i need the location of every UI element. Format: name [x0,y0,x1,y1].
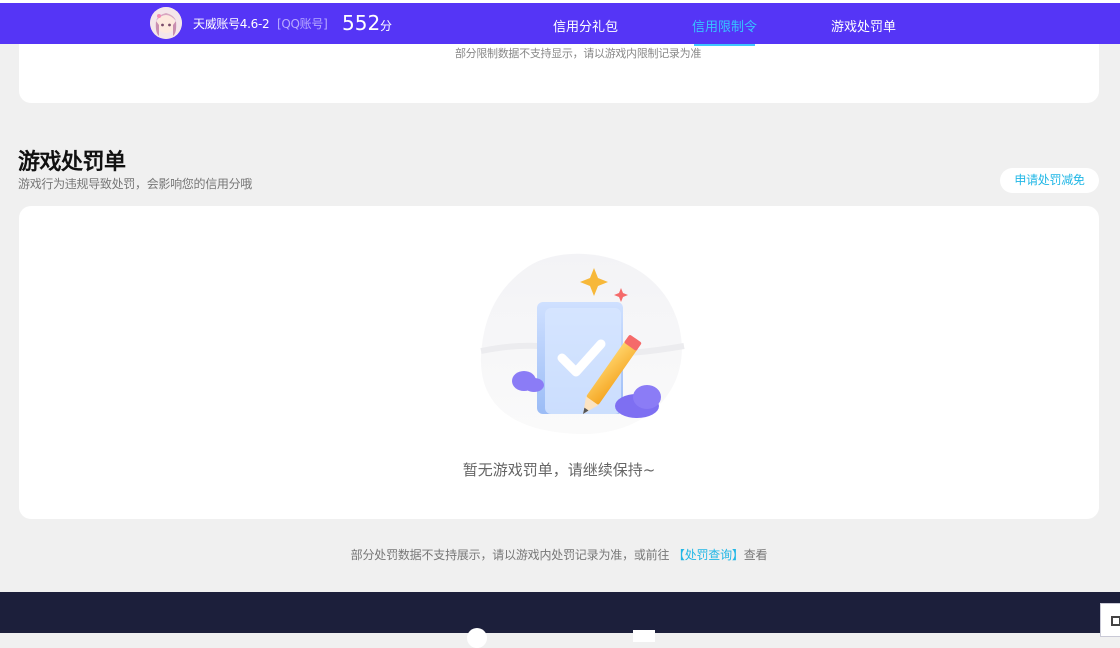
site-footer [0,592,1120,648]
avatar-image [150,7,182,39]
empty-state-text: 暂无游戏罚单，请继续保持~ [462,461,656,479]
footer-note-suffix: 查看 [743,548,768,562]
penalty-card: 暂无游戏罚单，请继续保持~ [19,206,1099,519]
top-nav-bar: 天威账号4.6-2 [QQ账号] 552 分 信用分礼包 信用限制令 游戏处罚单 [0,3,1120,46]
footer-logo-icon [467,628,487,648]
active-tab-indicator [694,44,755,46]
user-avatar[interactable] [150,7,182,39]
qr-code-icon[interactable] [1100,603,1120,637]
footer-badge-icon [633,630,655,642]
tab-credit-gift[interactable]: 信用分礼包 [553,16,618,35]
tab-game-penalty[interactable]: 游戏处罚单 [831,16,896,35]
penalty-query-link[interactable]: 【处罚查询】 [673,548,744,562]
credit-score: 552 [342,11,381,35]
restriction-note: 部分限制数据不支持显示，请以游戏内限制记录为准 [454,47,702,60]
section-subtitle: 游戏行为违规导致处罚，会影响您的信用分哦 [18,177,253,191]
account-type: [QQ账号] [277,17,328,31]
footer-note-prefix: 部分处罚数据不支持展示，请以游戏内处罚记录为准，或前往 [350,548,670,562]
section-title: 游戏处罚单 [18,150,126,175]
account-name: 天威账号4.6-2 [193,17,270,31]
penalty-footer-note: 部分处罚数据不支持展示，请以游戏内处罚记录为准，或前往 【处罚查询】查看 [0,546,1118,563]
apply-penalty-reduction-button[interactable]: 申请处罚减免 [1000,168,1099,193]
tab-credit-restriction[interactable]: 信用限制令 [692,16,757,35]
empty-clipboard-pencil-illustration [480,253,685,435]
credit-score-unit: 分 [380,19,393,33]
